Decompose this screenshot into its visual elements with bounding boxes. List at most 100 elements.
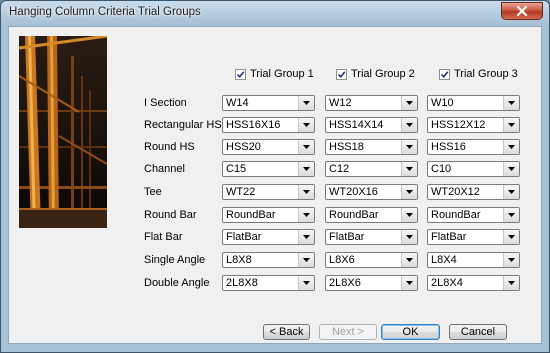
dropdown-button[interactable] [298,118,314,132]
close-button[interactable] [501,2,543,20]
combo-value: W14 [226,97,249,109]
dropdown-button[interactable] [503,230,519,244]
combo-round-bar-group-3[interactable]: RoundBar [427,207,520,223]
next-button[interactable]: Next > [319,324,377,340]
trial-group-2-checkbox[interactable]: Trial Group 2 [336,67,415,81]
combo-flat-bar-group-2[interactable]: FlatBar [325,229,418,245]
combo-tee-group-2[interactable]: WT20X16 [325,184,418,200]
dropdown-arrow-icon [406,167,413,171]
dropdown-button[interactable] [401,230,417,244]
dropdown-arrow-icon [406,235,413,239]
dropdown-button[interactable] [298,140,314,154]
combo-tee-group-3[interactable]: WT20X12 [427,184,520,200]
row-label-i-section: I Section [144,97,187,109]
combo-rectangular-hs-group-1[interactable]: HSS16X16 [222,117,315,133]
dropdown-button[interactable] [298,96,314,110]
dropdown-button[interactable] [503,185,519,199]
dropdown-arrow-icon [508,213,515,217]
dropdown-button[interactable] [298,185,314,199]
combo-value: W12 [329,97,352,109]
combo-single-angle-group-3[interactable]: L8X4 [427,252,520,268]
combo-i-section-group-1[interactable]: W14 [222,95,315,111]
combo-value: FlatBar [329,231,365,243]
checkbox-box[interactable] [336,68,347,80]
combo-value: FlatBar [431,231,467,243]
combo-round-hs-group-3[interactable]: HSS16 [427,139,520,155]
dropdown-button[interactable] [401,208,417,222]
combo-i-section-group-2[interactable]: W12 [325,95,418,111]
dropdown-button[interactable] [401,96,417,110]
trial-group-3-checkbox[interactable]: Trial Group 3 [439,67,518,81]
combo-value: W10 [431,97,454,109]
combo-rectangular-hs-group-2[interactable]: HSS14X14 [325,117,418,133]
combo-single-angle-group-1[interactable]: L8X8 [222,252,315,268]
dropdown-button[interactable] [503,208,519,222]
combo-value: C12 [329,163,350,175]
dropdown-arrow-icon [406,101,413,105]
combo-round-hs-group-2[interactable]: HSS18 [325,139,418,155]
combo-channel-group-3[interactable]: C10 [427,161,520,177]
dropdown-button[interactable] [503,96,519,110]
combo-tee-group-1[interactable]: WT22 [222,184,315,200]
combo-value: 2L8X4 [431,277,463,289]
dropdown-arrow-icon [508,145,515,149]
dropdown-button[interactable] [298,230,314,244]
combo-double-angle-group-3[interactable]: 2L8X4 [427,275,520,291]
dropdown-button[interactable] [401,118,417,132]
combo-round-bar-group-1[interactable]: RoundBar [222,207,315,223]
dropdown-arrow-icon [508,101,515,105]
dropdown-button[interactable] [401,140,417,154]
ok-button[interactable]: OK [381,324,440,340]
combo-value: WT22 [226,186,256,198]
row-label-double-angle: Double Angle [144,277,210,289]
combo-double-angle-group-1[interactable]: 2L8X8 [222,275,315,291]
window-title: Hanging Column Criteria Trial Groups [9,6,201,18]
row-label-channel: Channel [144,163,185,175]
combo-single-angle-group-2[interactable]: L8X6 [325,252,418,268]
combo-value: L8X4 [431,254,457,266]
dropdown-button[interactable] [401,253,417,267]
dropdown-arrow-icon [303,101,310,105]
trial-group-1-checkbox[interactable]: Trial Group 1 [235,67,314,81]
combo-value: L8X8 [226,254,252,266]
checkbox-box[interactable] [235,68,246,80]
combo-i-section-group-3[interactable]: W10 [427,95,520,111]
combo-channel-group-2[interactable]: C12 [325,161,418,177]
combo-value: WT20X12 [431,186,480,198]
combo-flat-bar-group-1[interactable]: FlatBar [222,229,315,245]
title-bar[interactable]: Hanging Column Criteria Trial Groups [1,1,549,25]
dropdown-button[interactable] [503,162,519,176]
dialog-client-area: Trial Group 1 Trial Group 2 Trial Group … [8,26,542,344]
dropdown-button[interactable] [503,118,519,132]
trial-group-1-label: Trial Group 1 [250,68,314,80]
dropdown-button[interactable] [298,162,314,176]
dropdown-arrow-icon [406,281,413,285]
combo-value: C15 [226,163,247,175]
dropdown-button[interactable] [401,185,417,199]
dropdown-button[interactable] [503,253,519,267]
trial-group-3-label: Trial Group 3 [454,68,518,80]
dropdown-arrow-icon [508,235,515,239]
dropdown-button[interactable] [298,276,314,290]
dropdown-arrow-icon [508,258,515,262]
back-button[interactable]: < Back [263,324,310,340]
combo-rectangular-hs-group-3[interactable]: HSS12X12 [427,117,520,133]
dropdown-button[interactable] [298,253,314,267]
cancel-button[interactable]: Cancel [449,324,507,340]
dropdown-button[interactable] [503,276,519,290]
combo-value: 2L8X6 [329,277,361,289]
combo-round-bar-group-2[interactable]: RoundBar [325,207,418,223]
combo-value: C10 [431,163,452,175]
combo-channel-group-1[interactable]: C15 [222,161,315,177]
combo-double-angle-group-2[interactable]: 2L8X6 [325,275,418,291]
checkbox-box[interactable] [439,68,450,80]
dropdown-button[interactable] [401,162,417,176]
dropdown-button[interactable] [298,208,314,222]
combo-value: WT20X16 [329,186,378,198]
dropdown-button[interactable] [503,140,519,154]
combo-flat-bar-group-3[interactable]: FlatBar [427,229,520,245]
combo-round-hs-group-1[interactable]: HSS20 [222,139,315,155]
dropdown-arrow-icon [303,145,310,149]
dropdown-button[interactable] [401,276,417,290]
steel-structure-photo [19,36,107,228]
